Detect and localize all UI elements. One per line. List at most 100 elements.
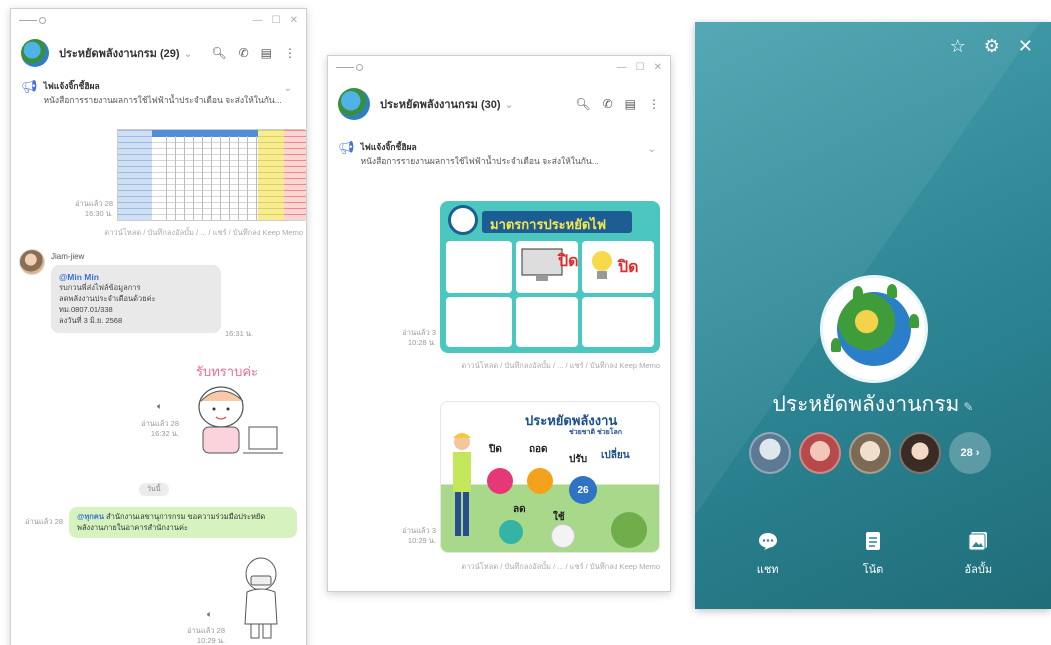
more-icon[interactable]: ⋮ xyxy=(284,46,296,60)
settings-gear-icon[interactable]: ⚙ xyxy=(984,36,1000,57)
poster-word: เปลี่ยน xyxy=(601,450,630,461)
chat-header: ประหยัดพลังงานกรม (30) ⌄ 🔍︎ ✆ ▤ ⋮ xyxy=(328,78,670,130)
read-count: อ่านแล้ว 28 xyxy=(141,419,179,428)
chat-label: แชท xyxy=(756,564,779,576)
group-name-text: ประหยัดพลังงานกรม xyxy=(772,392,960,416)
poster-banner-text: มาตรการประหยัดไฟ xyxy=(490,218,607,233)
member-count-button[interactable]: 28 › xyxy=(949,432,991,474)
worker-illustration xyxy=(453,433,471,536)
chat-button[interactable]: แชท xyxy=(733,530,803,578)
read-count: อ่านแล้ว 3 xyxy=(402,526,436,535)
call-icon[interactable]: ✆ xyxy=(603,97,613,111)
pin-icon[interactable] xyxy=(19,16,46,24)
notes-label: โน้ต xyxy=(862,564,884,576)
logo-icon xyxy=(448,205,478,235)
message-time: 10:28 น. xyxy=(407,337,436,347)
note-icon xyxy=(862,530,884,552)
speaker-icon[interactable]: 🔈︎ xyxy=(157,401,162,412)
energy-saving-poster-image[interactable]: ประหยัดพลังงาน ช่วยชาติ ช่วยโลก ปิด ถอด … xyxy=(440,401,660,553)
chevron-down-icon: ⌄ xyxy=(504,98,514,111)
favorite-star-icon[interactable]: ☆ xyxy=(950,36,966,57)
sender-avatar[interactable] xyxy=(19,249,45,275)
poster-word: ลด xyxy=(513,504,526,515)
member-count: 28 xyxy=(960,447,973,459)
maximize-icon[interactable]: ☐ xyxy=(272,15,281,26)
message-line: ลงวันที่ 3 มิ.ย. 2568 xyxy=(59,315,123,325)
image-actions[interactable]: ดาวน์โหลด / บันทึกลงอัลบั้ม / ... / แชร์… xyxy=(440,561,660,573)
image-actions[interactable]: ดาวน์โหลด / บันทึกลงอัลบั้ม / ... / แชร์… xyxy=(440,360,660,372)
group-avatar[interactable] xyxy=(338,88,370,120)
mention-tag[interactable]: @ทุกคน xyxy=(77,512,104,521)
notes-icon[interactable]: ▤ xyxy=(625,97,636,111)
close-icon[interactable]: ✕ xyxy=(1018,36,1033,57)
album-button[interactable]: อัลบั้ม xyxy=(943,530,1013,578)
chat-title[interactable]: ประหยัดพลังงานกรม (30) ⌄ xyxy=(380,95,514,113)
notes-button[interactable]: โน้ต xyxy=(838,530,908,578)
message-bubble[interactable]: @Min Min รบกวนพี่ส่งไฟล์ข้อมูลการ ลดพลัง… xyxy=(51,265,221,333)
announcement-text: หนังสือการรายงานผลการใช้ไฟฟ้าน้ำประจำเดื… xyxy=(360,156,599,166)
poster-word: ปิด xyxy=(558,251,579,270)
message-time: 10:29 น. xyxy=(196,635,225,645)
poster-subtitle: ช่วยชาติ ช่วยโลก xyxy=(569,429,623,436)
maximize-icon[interactable]: ☐ xyxy=(636,62,645,73)
member-avatar[interactable] xyxy=(799,432,841,474)
notes-icon[interactable]: ▤ xyxy=(261,46,272,60)
read-count: อ่านแล้ว 3 xyxy=(402,328,436,337)
chevron-down-icon[interactable]: ⌄ xyxy=(284,83,292,94)
megaphone-icon: 📢︎ xyxy=(338,140,355,155)
message-time: 10:29 น. xyxy=(407,535,436,545)
search-icon[interactable]: 🔍︎ xyxy=(211,46,226,60)
chat-window-1: — ☐ ✕ ประหยัดพลังงานกรม (29) ⌄ 🔍︎ ✆ ▤ ⋮ … xyxy=(10,8,307,645)
image-actions[interactable]: ดาวน์โหลด / บันทึกลงอัลบั้ม / ... / แชร์… xyxy=(91,227,303,239)
announcement-title: ไฟแจ้งจิ๊กชี้ฮิผล xyxy=(43,81,100,91)
member-avatar[interactable] xyxy=(849,432,891,474)
mention-tag[interactable]: @Min Min xyxy=(59,271,213,283)
close-icon[interactable]: ✕ xyxy=(654,62,662,73)
image-meta: อ่านแล้ว 28 16:30 น. xyxy=(65,199,113,219)
message-line: ทม.0807.01/338 xyxy=(59,305,113,315)
sticker-image[interactable] xyxy=(237,554,287,644)
sticker-image[interactable] xyxy=(183,379,288,457)
pin-icon[interactable] xyxy=(336,63,363,71)
announcement-text: หนังสือการรายงานผลการใช้ไฟฟ้าน้ำประจำเดื… xyxy=(43,95,282,105)
speaker-icon[interactable]: 🔈︎ xyxy=(207,609,212,620)
announcement-bar[interactable]: 📢︎ ไฟแจ้งจิ๊กชี้ฮิผล หนังสือการรายงานผลก… xyxy=(11,75,306,111)
chat-window-2: — ☐ ✕ ประหยัดพลังงานกรม (30) ⌄ 🔍︎ ✆ ▤ ⋮ … xyxy=(327,55,671,592)
chat-title[interactable]: ประหยัดพลังงานกรม (29) ⌄ xyxy=(59,44,193,62)
profile-actions: แชท โน้ต อัลบั้ม xyxy=(695,530,1051,578)
edit-pencil-icon[interactable]: ✎ xyxy=(963,400,973,414)
sticker-meta: อ่านแล้ว 28 16:32 น. xyxy=(135,419,179,439)
read-count: อ่านแล้ว 28 xyxy=(187,626,225,635)
read-count: อ่านแล้ว 28 xyxy=(25,517,63,526)
poster2-meta: อ่านแล้ว 3 10:29 น. xyxy=(390,526,436,546)
poster-word: ปิด xyxy=(489,444,502,455)
energy-poster-image[interactable]: มาตรการประหยัดไฟ ปิด ปิด xyxy=(440,201,660,353)
minimize-icon[interactable]: — xyxy=(253,15,263,26)
announcement-title: ไฟแจ้งจิ๊กชี้ฮิผล xyxy=(360,142,417,152)
more-icon[interactable]: ⋮ xyxy=(648,97,660,111)
chevron-down-icon: ⌄ xyxy=(183,47,193,60)
group-profile-avatar[interactable] xyxy=(820,275,928,383)
call-icon[interactable]: ✆ xyxy=(239,46,249,60)
message-time: 16:30 น. xyxy=(84,208,113,218)
my-message-bubble[interactable]: @ทุกคน สำนักงานเลขานุการกรม ขอความร่วมมื… xyxy=(69,507,297,538)
member-avatar[interactable] xyxy=(899,432,941,474)
sticker-meta: อ่านแล้ว 28 10:29 น. xyxy=(181,626,225,645)
announcement-bar[interactable]: 📢︎ ไฟแจ้งจิ๊กชี้ฮิผล หนังสือการรายงานผลก… xyxy=(328,130,670,172)
title-bar: — ☐ ✕ xyxy=(328,56,670,78)
member-avatars[interactable]: 28 › xyxy=(749,432,991,474)
group-avatar[interactable] xyxy=(21,39,49,67)
poster-word: ปรับ xyxy=(569,454,588,465)
megaphone-icon: 📢︎ xyxy=(21,79,38,94)
title-bar: — ☐ ✕ xyxy=(11,9,306,31)
chat-title-text: ประหยัดพลังงานกรม (30) xyxy=(380,99,501,111)
close-icon[interactable]: ✕ xyxy=(290,15,298,26)
spreadsheet-image[interactable] xyxy=(117,129,306,221)
chevron-down-icon[interactable]: ⌄ xyxy=(648,144,656,155)
poster-word: ใช้ xyxy=(553,512,565,523)
message-time: 16:31 น. xyxy=(225,329,254,338)
minimize-icon[interactable]: — xyxy=(617,62,627,73)
member-avatar[interactable] xyxy=(749,432,791,474)
poster-word: ถอด xyxy=(529,444,548,455)
search-icon[interactable]: 🔍︎ xyxy=(575,97,590,111)
